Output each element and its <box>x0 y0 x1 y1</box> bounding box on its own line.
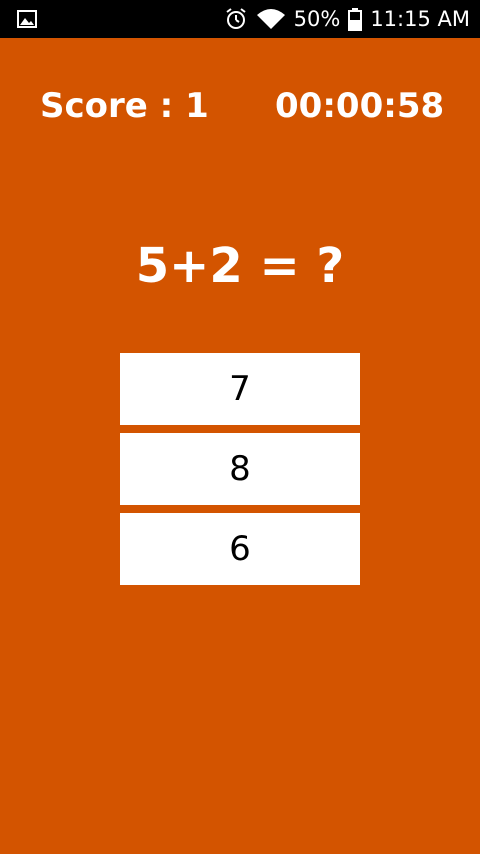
status-bar: 50% 11:15 AM <box>0 0 480 38</box>
status-time: 11:15 AM <box>370 7 470 31</box>
alarm-icon <box>224 7 248 31</box>
timer: 00:00:58 <box>275 86 445 126</box>
image-icon <box>17 10 37 28</box>
answer-list: 7 8 6 <box>120 353 360 593</box>
score-label: Score : 1 <box>40 86 209 126</box>
answer-button-1[interactable]: 7 <box>120 353 360 425</box>
battery-percent: 50% <box>293 7 341 31</box>
wifi-icon <box>256 7 286 31</box>
answer-button-3[interactable]: 6 <box>120 513 360 585</box>
battery-icon <box>348 7 363 31</box>
answer-button-2[interactable]: 8 <box>120 433 360 505</box>
game-header: Score : 1 00:00:58 <box>0 38 480 171</box>
question-text: 5+2 = ? <box>135 238 345 294</box>
status-icons: 50% 11:15 AM <box>224 0 470 38</box>
